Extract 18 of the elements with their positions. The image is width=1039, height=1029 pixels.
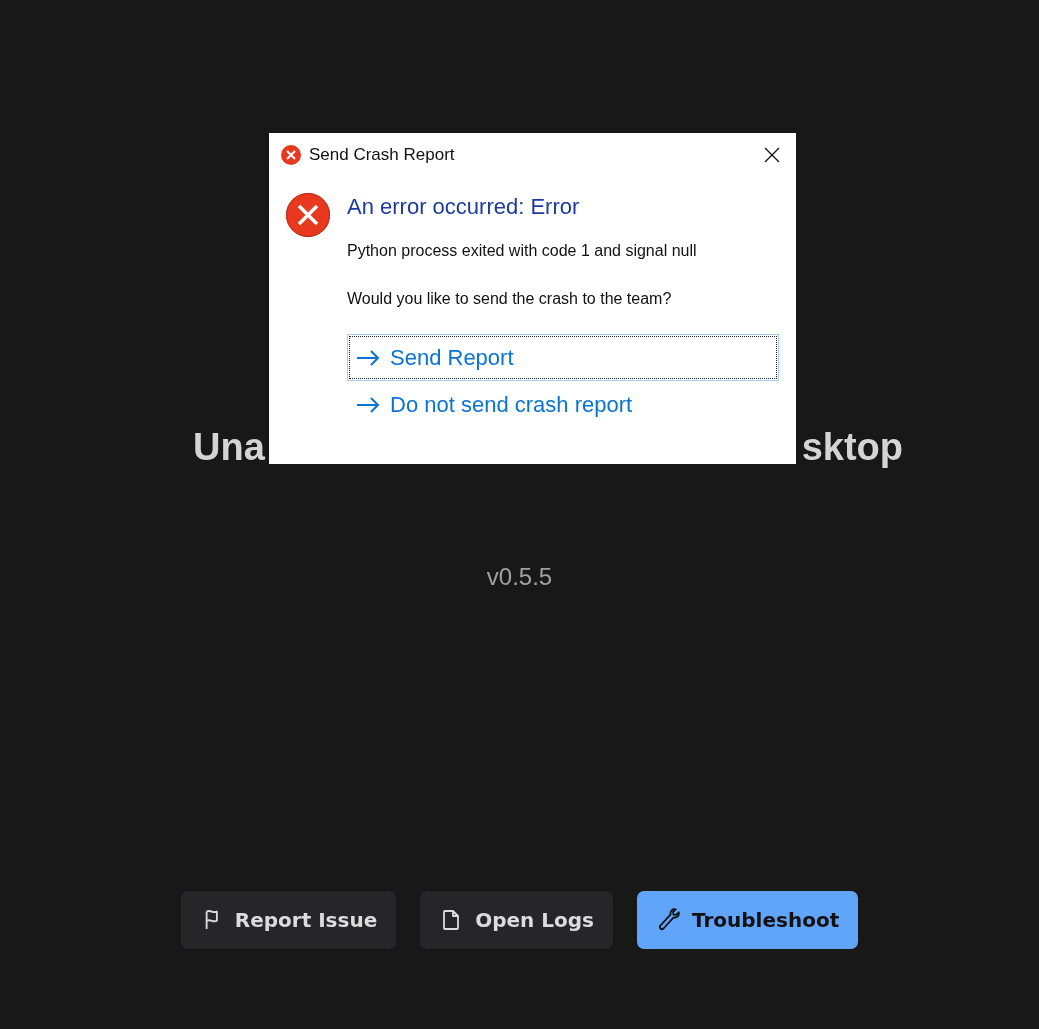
- dialog-title: Send Crash Report: [309, 145, 456, 165]
- arrow-icon: [356, 396, 380, 413]
- close-icon[interactable]: [764, 147, 780, 163]
- flag-icon: [204, 910, 218, 930]
- app-heading: sktop: [801, 425, 903, 470]
- app-heading: Una: [193, 425, 265, 470]
- question-text: Would you like to send the crash to the team?: [347, 290, 672, 308]
- action-button[interactable]: Report Issue: [180, 891, 397, 949]
- version-label: v0.5.5: [486, 563, 553, 591]
- error-icon: [286, 193, 330, 237]
- wrench-icon: [656, 908, 680, 932]
- action-button[interactable]: Open Logs: [420, 891, 613, 949]
- error-message: Python process exited with code 1 and signal null: [347, 242, 697, 260]
- command-link[interactable]: Send Report: [347, 334, 779, 381]
- error-icon: [281, 145, 301, 165]
- error-heading: An error occurred: Error: [347, 194, 580, 220]
- action-button[interactable]: Troubleshoot: [637, 891, 859, 949]
- arrow-icon: [356, 349, 380, 366]
